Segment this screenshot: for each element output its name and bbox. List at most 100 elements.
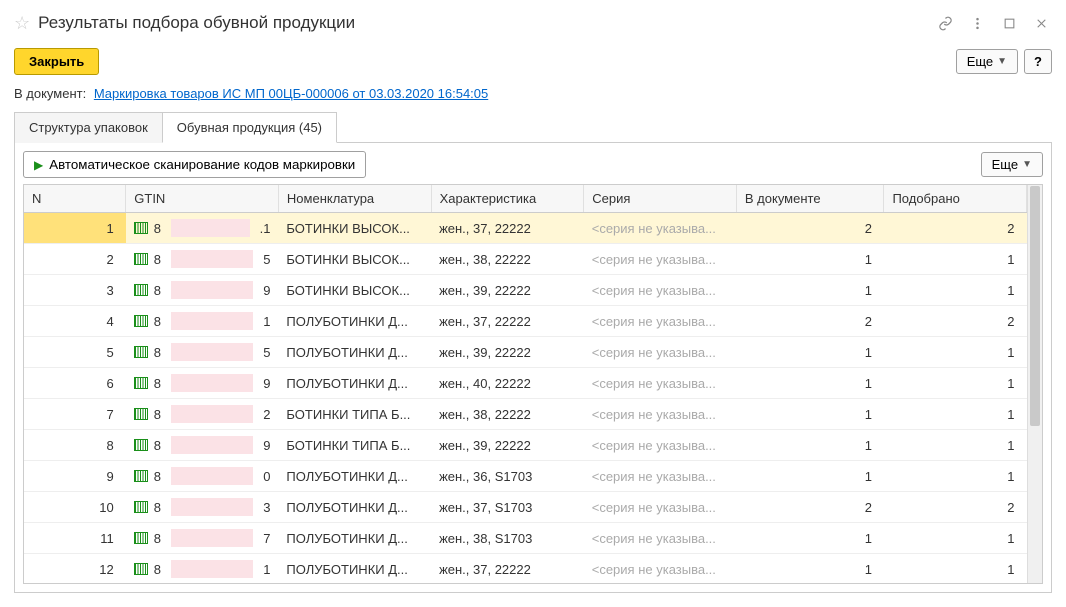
tabs: Структура упаковок Обувная продукция (45… [14,111,1052,143]
cell-n: 7 [24,399,126,430]
barcode-icon [134,284,148,296]
gtin-prefix: 8 [154,438,161,453]
cell-series: <серия не указыва... [584,244,737,275]
more-button[interactable]: Еще ▼ [956,49,1018,74]
cell-characteristic: жен., 39, 22222 [431,337,584,368]
cell-in-document: 1 [736,244,884,275]
col-header-characteristic[interactable]: Характеристика [431,185,584,213]
col-header-picked[interactable]: Подобрано [884,185,1027,213]
table-row[interactable]: 889БОТИНКИ ТИПА Б...жен., 39, 22222<сери… [24,430,1027,461]
cell-characteristic: жен., 37, S1703 [431,492,584,523]
auto-scan-button[interactable]: ▶ Автоматическое сканирование кодов марк… [23,151,366,178]
cell-nomenclature: ПОЛУБОТИНКИ Д... [278,554,431,584]
gtin-redacted [171,219,250,237]
cell-gtin: 89 [126,368,279,399]
tab-shoe-products[interactable]: Обувная продукция (45) [162,112,337,143]
col-header-n[interactable]: N [24,185,126,213]
col-header-nomenclature[interactable]: Номенклатура [278,185,431,213]
cell-series: <серия не указыва... [584,337,737,368]
gtin-prefix: 8 [154,469,161,484]
cell-gtin: 85 [126,244,279,275]
cell-gtin: 81 [126,554,279,584]
favorite-star-icon[interactable]: ☆ [14,13,30,34]
close-icon[interactable] [1030,12,1052,34]
gtin-redacted [171,374,253,392]
cell-series: <серия не указыва... [584,306,737,337]
barcode-icon [134,222,148,234]
col-header-series[interactable]: Серия [584,185,737,213]
cell-in-document: 1 [736,368,884,399]
gtin-redacted [171,529,253,547]
table-scroll-area[interactable]: N GTIN Номенклатура Характеристика Серия… [24,185,1027,583]
cell-picked: 1 [884,244,1027,275]
table-row[interactable]: 481ПОЛУБОТИНКИ Д...жен., 37, 22222<серия… [24,306,1027,337]
barcode-icon [134,470,148,482]
cell-picked: 1 [884,461,1027,492]
document-link-line: В документ: Маркировка товаров ИС МП 00Ц… [14,86,1052,101]
main-toolbar: Закрыть Еще ▼ ? [14,44,1052,78]
table-row[interactable]: 782БОТИНКИ ТИПА Б...жен., 38, 22222<сери… [24,399,1027,430]
cell-characteristic: жен., 37, 22222 [431,306,584,337]
table-row[interactable]: 285БОТИНКИ ВЫСОК...жен., 38, 22222<серия… [24,244,1027,275]
panel-toolbar: ▶ Автоматическое сканирование кодов марк… [23,151,1043,178]
cell-gtin: 83 [126,492,279,523]
chevron-down-icon: ▼ [1022,159,1032,170]
gtin-suffix: .1 [260,221,271,236]
cell-in-document: 2 [736,492,884,523]
gtin-suffix: 1 [263,562,270,577]
table-container: N GTIN Номенклатура Характеристика Серия… [23,184,1043,584]
barcode-icon [134,563,148,575]
gtin-prefix: 8 [154,252,161,267]
table-row[interactable]: 689ПОЛУБОТИНКИ Д...жен., 40, 22222<серия… [24,368,1027,399]
cell-series: <серия не указыва... [584,430,737,461]
gtin-suffix: 9 [263,438,270,453]
table-row[interactable]: 1083ПОЛУБОТИНКИ Д...жен., 37, S1703<сери… [24,492,1027,523]
tab-package-structure[interactable]: Структура упаковок [14,112,163,143]
kebab-menu-icon[interactable] [966,12,988,34]
cell-nomenclature: ПОЛУБОТИНКИ Д... [278,461,431,492]
cell-n: 9 [24,461,126,492]
cell-in-document: 1 [736,461,884,492]
cell-nomenclature: БОТИНКИ ВЫСОК... [278,275,431,306]
close-button[interactable]: Закрыть [14,48,99,75]
cell-nomenclature: БОТИНКИ ВЫСОК... [278,213,431,244]
cell-in-document: 1 [736,430,884,461]
results-table: N GTIN Номенклатура Характеристика Серия… [24,185,1027,583]
gtin-suffix: 5 [263,345,270,360]
gtin-suffix: 9 [263,283,270,298]
table-row[interactable]: 18.1БОТИНКИ ВЫСОК...жен., 37, 22222<сери… [24,213,1027,244]
cell-series: <серия не указыва... [584,368,737,399]
document-link[interactable]: Маркировка товаров ИС МП 00ЦБ-000006 от … [94,86,488,101]
table-row[interactable]: 980ПОЛУБОТИНКИ Д...жен., 36, S1703<серия… [24,461,1027,492]
cell-n: 8 [24,430,126,461]
gtin-suffix: 0 [263,469,270,484]
table-row[interactable]: 1187ПОЛУБОТИНКИ Д...жен., 38, S1703<сери… [24,523,1027,554]
col-header-gtin[interactable]: GTIN [126,185,279,213]
col-header-in-document[interactable]: В документе [736,185,884,213]
table-row[interactable]: 1281ПОЛУБОТИНКИ Д...жен., 37, 22222<сери… [24,554,1027,584]
cell-series: <серия не указыва... [584,554,737,584]
cell-picked: 1 [884,275,1027,306]
cell-nomenclature: ПОЛУБОТИНКИ Д... [278,368,431,399]
gtin-prefix: 8 [154,345,161,360]
cell-nomenclature: БОТИНКИ ТИПА Б... [278,430,431,461]
help-button[interactable]: ? [1024,49,1052,74]
cell-characteristic: жен., 38, 22222 [431,244,584,275]
play-icon: ▶ [34,158,43,172]
cell-characteristic: жен., 38, 22222 [431,399,584,430]
vertical-scrollbar[interactable] [1027,185,1042,583]
link-icon[interactable] [934,12,956,34]
table-row[interactable]: 389БОТИНКИ ВЫСОК...жен., 39, 22222<серия… [24,275,1027,306]
cell-picked: 1 [884,554,1027,584]
cell-picked: 1 [884,337,1027,368]
barcode-icon [134,346,148,358]
table-header-row: N GTIN Номенклатура Характеристика Серия… [24,185,1027,213]
cell-gtin: 81 [126,306,279,337]
scrollbar-thumb[interactable] [1030,186,1040,426]
barcode-icon [134,315,148,327]
panel-more-button[interactable]: Еще ▼ [981,152,1043,177]
gtin-suffix: 2 [263,407,270,422]
maximize-icon[interactable] [998,12,1020,34]
cell-n: 2 [24,244,126,275]
table-row[interactable]: 585ПОЛУБОТИНКИ Д...жен., 39, 22222<серия… [24,337,1027,368]
